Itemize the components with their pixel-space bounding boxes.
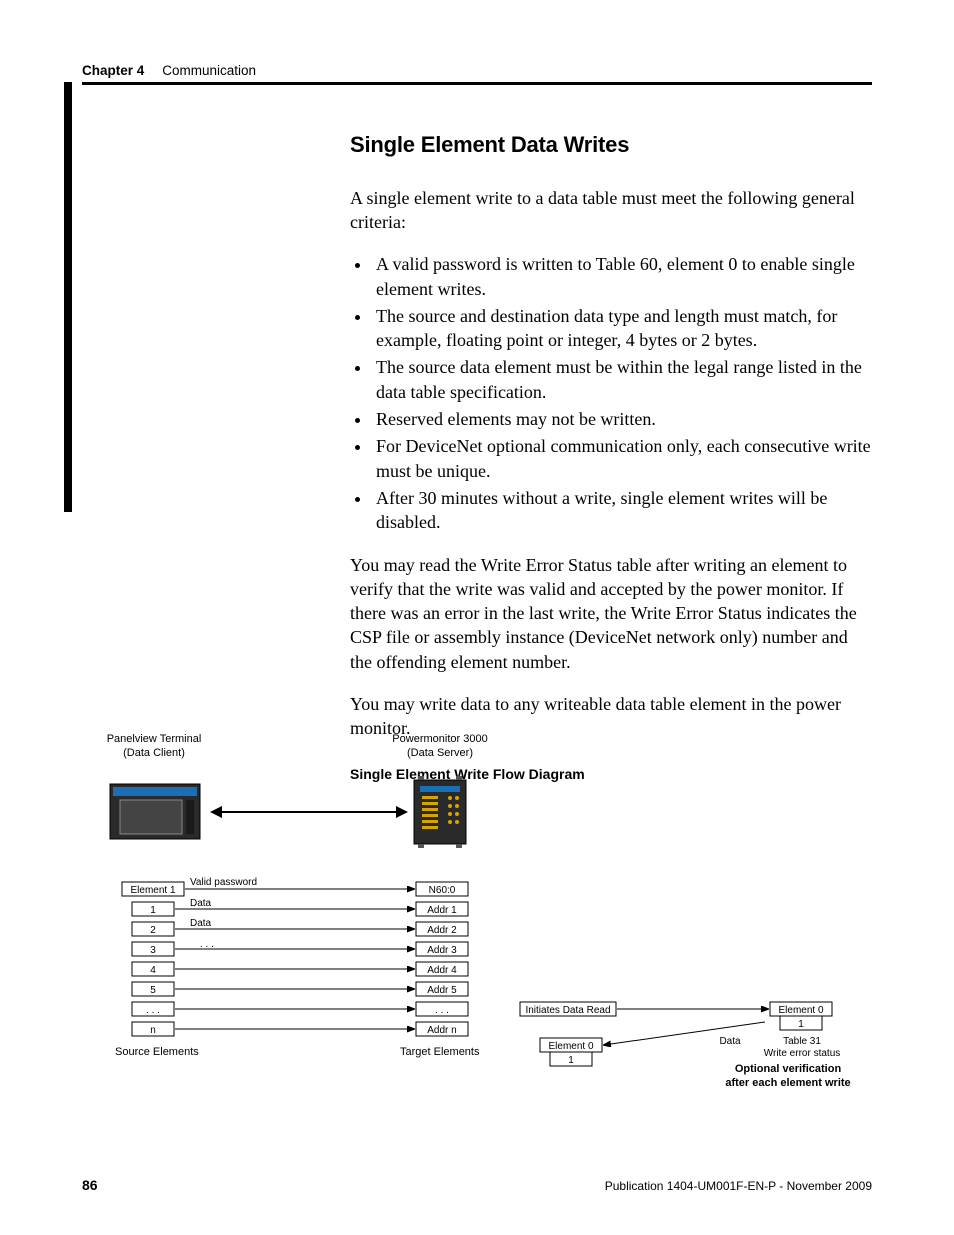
svg-text:5: 5 [150, 985, 156, 996]
server-device-icon [414, 776, 466, 848]
bidirectional-arrow-icon [210, 806, 408, 818]
svg-text:Initiates Data Read: Initiates Data Read [525, 1005, 610, 1016]
arrow-label-dots: . . . [200, 939, 214, 950]
svg-text:Addr 3: Addr 3 [427, 945, 457, 956]
svg-text:. . .: . . . [435, 1005, 449, 1016]
svg-text:Addr 4: Addr 4 [427, 965, 457, 976]
client-device-icon [110, 784, 200, 839]
main-content: Single Element Data Writes A single elem… [350, 130, 872, 784]
publication-info: Publication 1404-UM001F-EN-P - November … [605, 1178, 872, 1194]
target-elements-label: Target Elements [400, 1046, 480, 1058]
chapter-section: Communication [162, 62, 256, 80]
target-element-box: N60:0 [416, 882, 468, 896]
svg-text:4: 4 [150, 965, 156, 976]
client-label-bottom: (Data Client) [123, 747, 185, 759]
svg-text:Table 31: Table 31 [783, 1036, 821, 1047]
list-item: A valid password is written to Table 60,… [372, 252, 872, 301]
svg-text:Addr 5: Addr 5 [427, 985, 457, 996]
flow-diagram: Panelview Terminal (Data Client) Powermo… [100, 730, 872, 1105]
target-element-box: . . . [416, 1002, 468, 1016]
source-element-box: Element 1 [122, 882, 184, 896]
server-label-bottom: (Data Server) [407, 747, 473, 759]
source-element-box: 5 [132, 982, 174, 996]
source-element-box: 1 [132, 902, 174, 916]
intro-paragraph: A single element write to a data table m… [350, 186, 872, 235]
svg-text:Element 1: Element 1 [130, 885, 175, 896]
source-element-box: 2 [132, 922, 174, 936]
svg-text:Optional verification: Optional verification [735, 1063, 842, 1075]
list-item: Reserved elements may not be written. [372, 407, 872, 431]
side-accent-bar [64, 82, 72, 512]
target-element-box: Addr 3 [416, 942, 468, 956]
svg-text:3: 3 [150, 945, 156, 956]
svg-text:Addr 1: Addr 1 [427, 905, 457, 916]
client-label-top: Panelview Terminal [107, 733, 202, 745]
svg-text:2: 2 [150, 925, 156, 936]
source-element-box: 4 [132, 962, 174, 976]
source-element-box: . . . [132, 1002, 174, 1016]
arrow-label-data: Data [190, 918, 212, 929]
criteria-list: A valid password is written to Table 60,… [372, 252, 872, 534]
arrow-label-data: Data [190, 898, 212, 909]
target-element-box: Addr 5 [416, 982, 468, 996]
page-footer: 86 Publication 1404-UM001F-EN-P - Novemb… [82, 1176, 872, 1195]
svg-text:1: 1 [798, 1019, 804, 1030]
svg-text:n: n [150, 1025, 156, 1036]
list-item: The source and destination data type and… [372, 304, 872, 353]
section-title: Single Element Data Writes [350, 130, 872, 160]
svg-text:Data: Data [719, 1036, 741, 1047]
target-element-box: Addr 1 [416, 902, 468, 916]
target-element-box: Addr n [416, 1022, 468, 1036]
svg-text:Element 0: Element 0 [548, 1041, 593, 1052]
page-header: Chapter 4 Communication [82, 62, 872, 80]
list-item: After 30 minutes without a write, single… [372, 486, 872, 535]
svg-text:after each element write: after each element write [725, 1077, 850, 1089]
svg-text:Addr n: Addr n [427, 1025, 456, 1036]
arrow-label-password: Valid password [190, 877, 257, 888]
list-item: The source data element must be within t… [372, 355, 872, 404]
verification-panel: Initiates Data Read Element 0 1 Element … [520, 1002, 851, 1089]
list-item: For DeviceNet optional communication onl… [372, 434, 872, 483]
svg-text:N60:0: N60:0 [429, 885, 456, 896]
post-paragraph-1: You may read the Write Error Status tabl… [350, 553, 872, 674]
server-label-top: Powermonitor 3000 [392, 733, 487, 745]
target-element-box: Addr 4 [416, 962, 468, 976]
svg-text:1: 1 [568, 1055, 574, 1066]
svg-text:Element 0: Element 0 [778, 1005, 823, 1016]
header-rule [82, 82, 872, 85]
source-element-box: n [132, 1022, 174, 1036]
chapter-label: Chapter 4 [82, 62, 144, 80]
svg-text:1: 1 [150, 905, 156, 916]
svg-text:Write error status: Write error status [764, 1048, 841, 1059]
page-number: 86 [82, 1176, 98, 1195]
target-element-box: Addr 2 [416, 922, 468, 936]
svg-text:Addr 2: Addr 2 [427, 925, 457, 936]
source-elements-label: Source Elements [115, 1046, 199, 1058]
source-element-box: 3 [132, 942, 174, 956]
svg-text:. . .: . . . [146, 1005, 160, 1016]
